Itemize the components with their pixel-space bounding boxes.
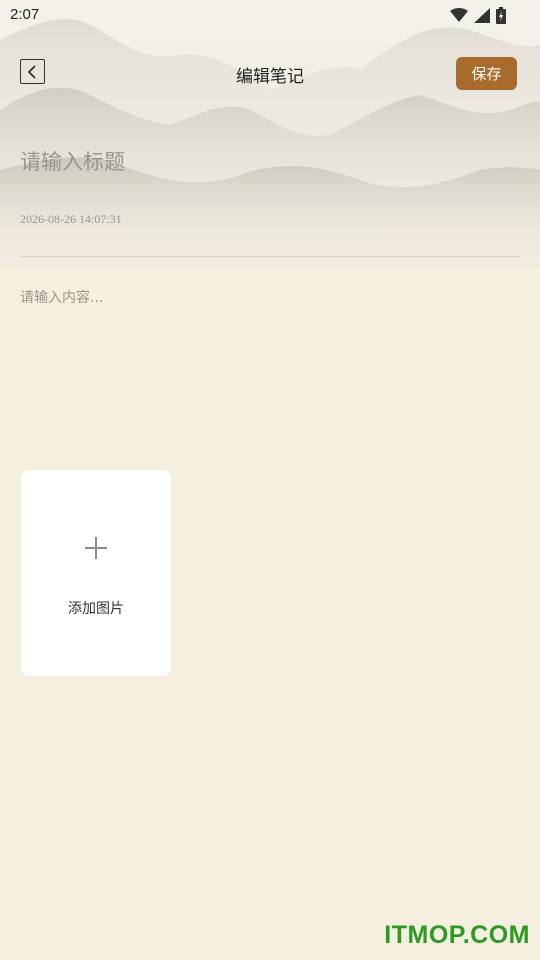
save-button[interactable]: 保存 (456, 57, 517, 90)
plus-icon (85, 537, 107, 559)
battery-charging-icon (496, 6, 506, 24)
back-button[interactable] (20, 59, 45, 84)
ink-landscape-background (0, 0, 540, 268)
note-content-input[interactable] (20, 287, 520, 447)
note-editor-screen: 2:07 编辑笔记 保存 2026-08-26 14:07:31 添加图片 (0, 0, 540, 960)
chevron-left-icon (27, 64, 36, 79)
status-icons (450, 6, 506, 24)
status-time: 2:07 (10, 6, 40, 23)
title-divider (20, 256, 520, 257)
cell-signal-icon (474, 7, 490, 23)
add-image-label: 添加图片 (68, 601, 124, 617)
watermark-logo: ITMOP.COM (384, 921, 530, 949)
note-title-input[interactable] (20, 143, 500, 181)
note-timestamp: 2026-08-26 14:07:31 (20, 212, 122, 226)
add-image-button[interactable]: 添加图片 (21, 470, 171, 676)
wifi-icon (450, 8, 468, 22)
status-bar: 2:07 (0, 0, 540, 30)
